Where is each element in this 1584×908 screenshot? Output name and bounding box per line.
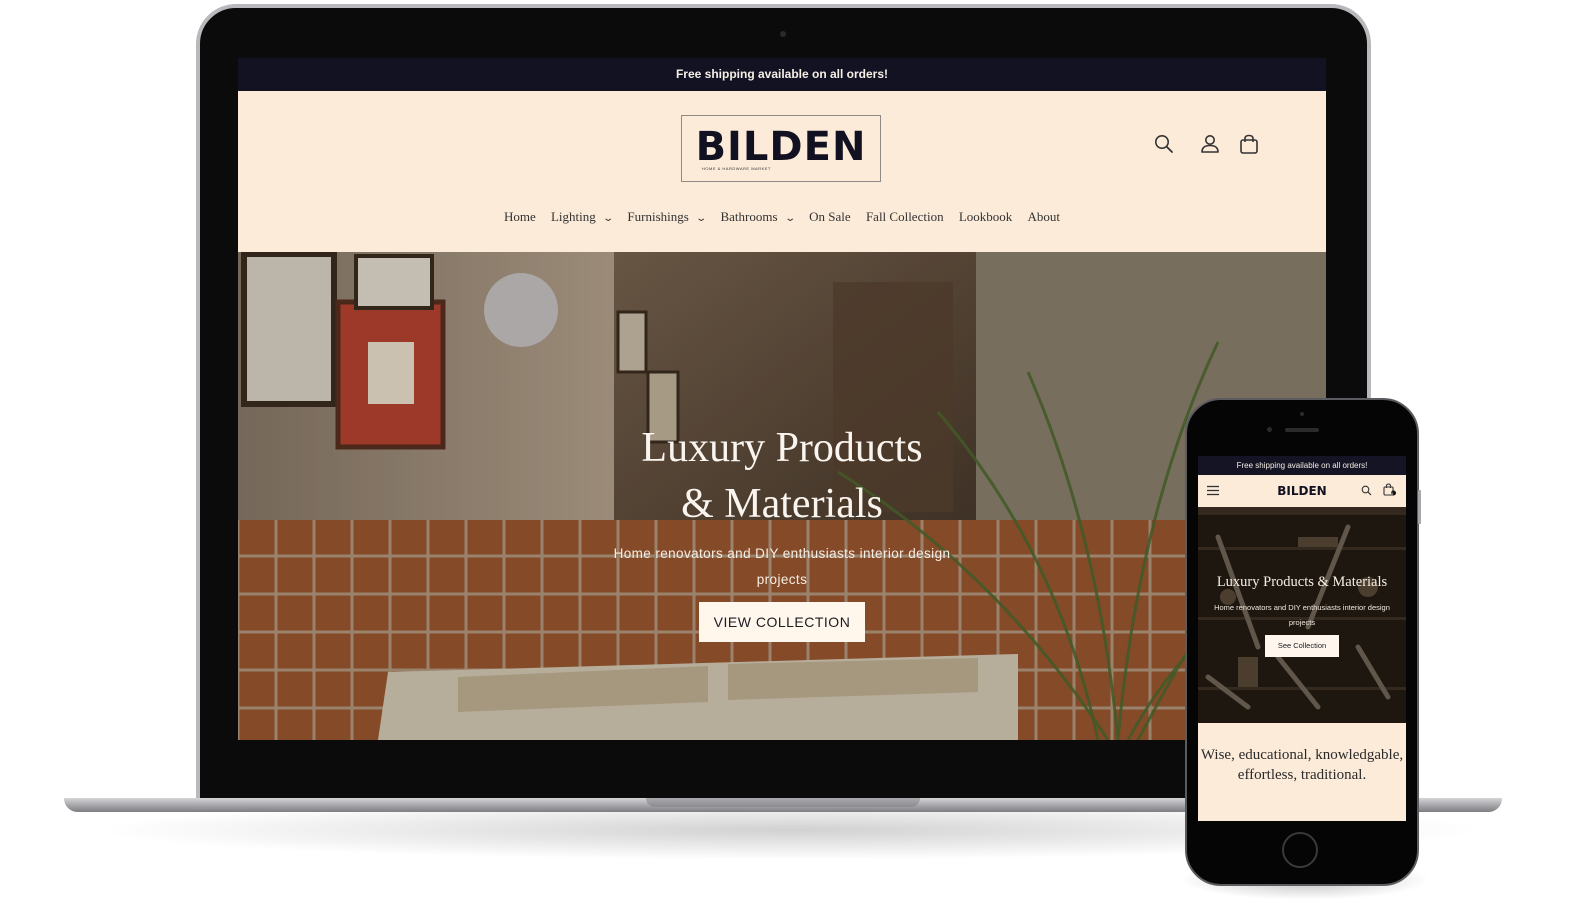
site-header: BILDEN HOME & HARDWARE MARKET Home Light… [238,91,1326,252]
view-collection-button[interactable]: VIEW COLLECTION [699,602,865,642]
laptop-camera [780,31,786,37]
chevron-down-icon: ⌄ [602,213,614,224]
hero-title: Luxury Products & Materials [641,425,923,527]
cart-icon[interactable] [1238,133,1260,155]
logo-wordmark: BILDEN [695,124,867,170]
nav-item-furnishings[interactable]: Furnishings ⌄ [627,209,707,225]
mobile-hero-subtitle: Home renovators and DIY enthusiasts inte… [1214,603,1390,627]
announcement-bar: Free shipping available on all orders! [238,58,1326,91]
mobile-logo[interactable]: BILDEN [1198,484,1406,498]
phone-sensor [1300,412,1304,416]
nav-item-about[interactable]: About [1028,209,1061,225]
account-icon[interactable] [1199,133,1221,155]
nav-item-on-sale[interactable]: On Sale [809,209,851,225]
logo-tagline: HOME & HARDWARE MARKET [702,166,771,171]
desktop-screen: Free shipping available on all orders! B… [238,58,1326,740]
nav-item-fall-collection[interactable]: Fall Collection [866,209,944,225]
phone-home-button [1282,832,1318,868]
nav-item-home[interactable]: Home [504,209,536,225]
site-logo[interactable]: BILDEN HOME & HARDWARE MARKET [681,115,881,182]
mobile-header: BILDEN 0 [1198,475,1406,507]
laptop-hinge-notch [646,798,920,807]
nav-item-lighting[interactable]: Lighting ⌄ [551,209,614,225]
main-nav: Home Lighting ⌄ Furnishings ⌄ Bathrooms ⌄ O… [238,209,1326,225]
mobile-screen: Free shipping available on all orders! B… [1198,456,1406,821]
hero-subtitle: Home renovators and DIY enthusiasts inte… [613,546,951,587]
search-icon[interactable] [1153,133,1175,155]
mobile-announcement-bar: Free shipping available on all orders! [1198,456,1406,475]
phone-front-camera [1267,427,1272,432]
phone-speaker [1285,428,1319,432]
search-icon[interactable] [1361,485,1372,496]
mobile-tagline: Wise, educational, knowledgable, effortl… [1200,747,1404,783]
see-collection-button[interactable]: See Collection [1265,635,1339,657]
hero-banner: Luxury Products & Materials Home renovat… [238,252,1326,740]
cart-count-badge: 0 [1391,491,1394,496]
nav-item-bathrooms[interactable]: Bathrooms ⌄ [720,209,796,225]
chevron-down-icon: ⌄ [695,213,707,224]
phone-side-button [1418,490,1421,524]
cart-icon[interactable] [1383,483,1396,496]
mobile-hero-banner: Luxury Products & Materials Home renovat… [1198,507,1406,723]
mobile-hero-title: Luxury Products & Materials [1216,574,1388,590]
nav-item-lookbook[interactable]: Lookbook [959,209,1012,225]
chevron-down-icon: ⌄ [783,213,796,224]
